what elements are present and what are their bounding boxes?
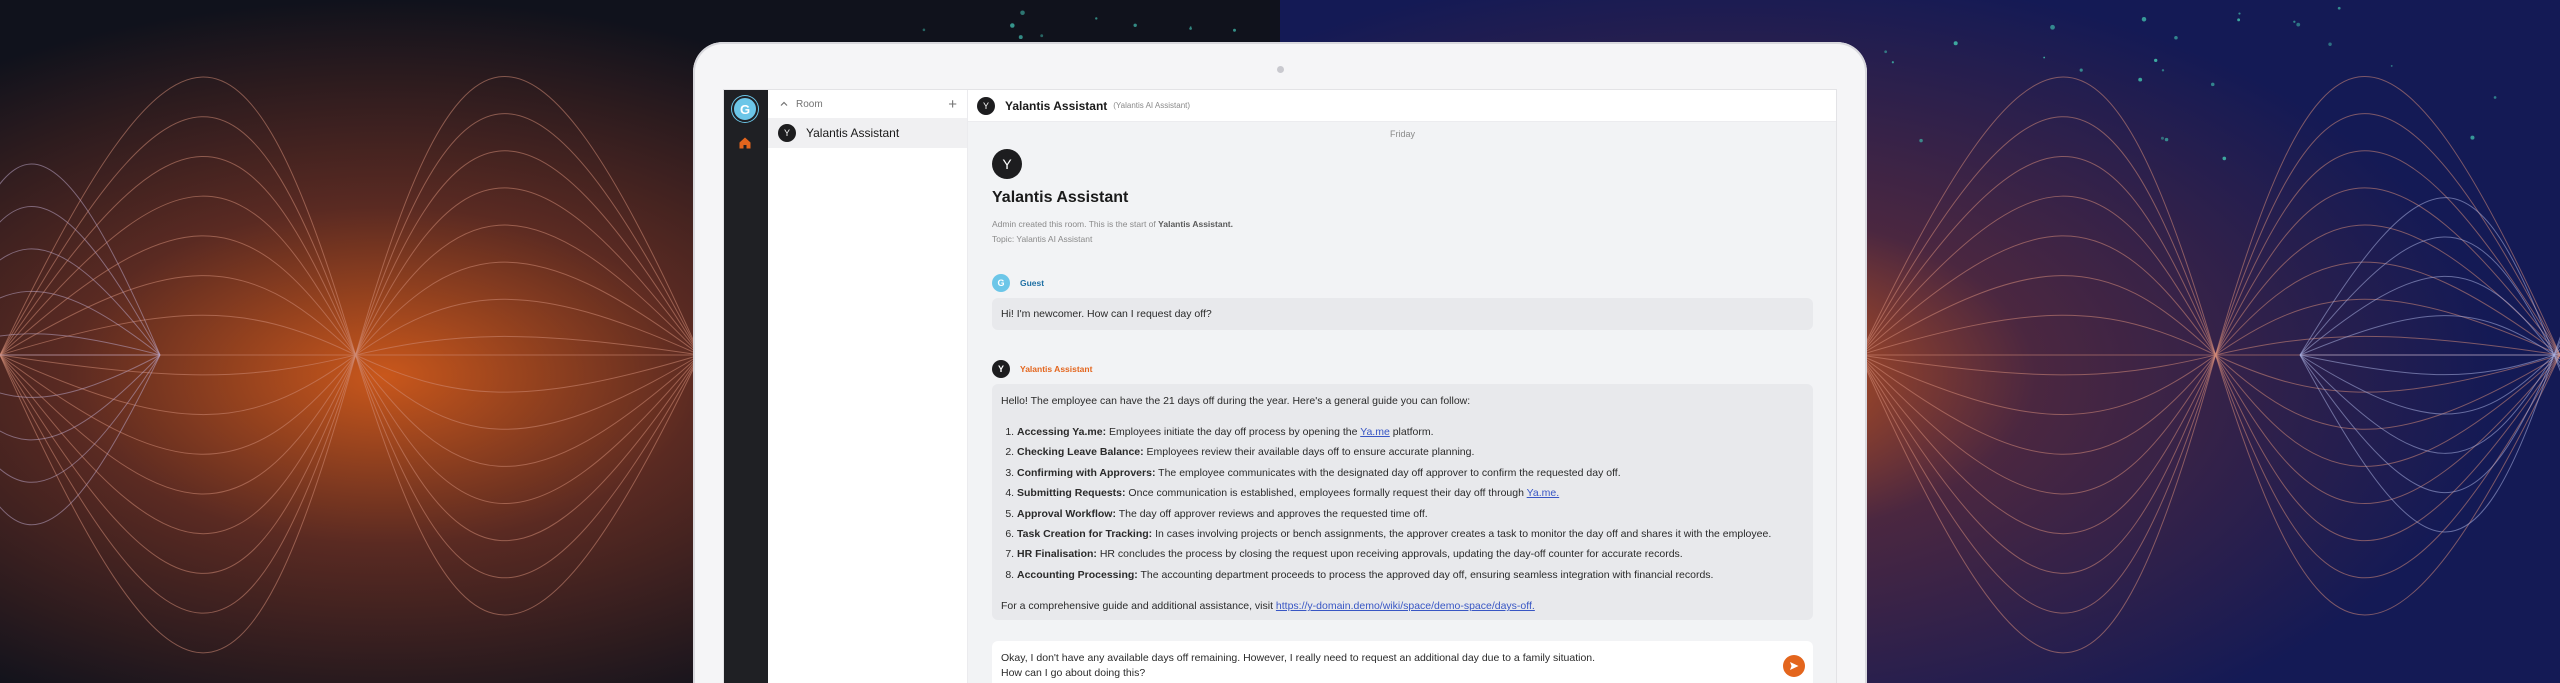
step-text: The day off approver reviews and approve… bbox=[1115, 507, 1428, 520]
room-list: Room + Y Yalantis Assistant bbox=[768, 90, 968, 683]
room-intro-avatar: Y bbox=[992, 149, 1022, 179]
camera-dot bbox=[1277, 66, 1284, 73]
assistant-outro: For a comprehensive guide and additional… bbox=[1001, 598, 1804, 614]
guest-sender: G Guest bbox=[992, 274, 1813, 292]
room-created-prefix: Admin created this room. This is the sta… bbox=[992, 219, 1156, 229]
assistant-outro-text: For a comprehensive guide and additional… bbox=[1001, 600, 1276, 613]
room-topic-line: Topic: Yalantis AI Assistant bbox=[992, 234, 1093, 244]
assistant-step-item: Approval Workflow: The day off approver … bbox=[1017, 504, 1804, 524]
home-icon[interactable] bbox=[734, 132, 756, 154]
room-section-header[interactable]: Room + bbox=[768, 90, 967, 118]
assistant-step-item: Accessing Ya.me: Employees initiate the … bbox=[1017, 422, 1804, 442]
room-header: Y Yalantis Assistant (Yalantis AI Assist… bbox=[968, 90, 1836, 122]
step-title: Submitting Requests: bbox=[1017, 487, 1126, 500]
step-text: The accounting department proceeds to pr… bbox=[1137, 568, 1714, 581]
room-intro-title: Yalantis Assistant bbox=[992, 189, 1129, 206]
guest-avatar[interactable]: G bbox=[992, 274, 1010, 292]
assistant-avatar[interactable]: Y bbox=[992, 360, 1010, 378]
room-name: Yalantis Assistant bbox=[806, 126, 900, 140]
assistant-sender-name[interactable]: Yalantis Assistant bbox=[1020, 364, 1092, 374]
room-section-label: Room bbox=[796, 98, 823, 110]
assistant-step-item: Submitting Requests: Once communication … bbox=[1017, 483, 1804, 503]
assistant-step-item: HR Finalisation: HR concludes the proces… bbox=[1017, 544, 1804, 564]
step-title: Approval Workflow: bbox=[1017, 507, 1116, 520]
message-timeline: Friday Y Yalantis Assistant Admin create… bbox=[968, 122, 1836, 683]
ya-me-link[interactable]: Ya.me bbox=[1360, 426, 1390, 438]
assistant-step-item: Task Creation for Tracking: In cases inv… bbox=[1017, 524, 1804, 544]
room-list-item[interactable]: Y Yalantis Assistant bbox=[768, 118, 967, 148]
send-icon[interactable] bbox=[1783, 655, 1805, 677]
day-separator: Friday bbox=[1389, 129, 1415, 139]
step-text: Employees review their available days of… bbox=[1143, 446, 1475, 459]
wiki-link[interactable]: https://y-domain.demo/wiki/space/demo-sp… bbox=[1276, 600, 1535, 612]
ya-me-link[interactable]: Ya.me. bbox=[1527, 487, 1559, 499]
step-text: Once communication is established, emplo… bbox=[1125, 487, 1527, 500]
step-title: Accessing Ya.me: bbox=[1017, 426, 1107, 438]
room-header-title[interactable]: Yalantis Assistant bbox=[1005, 99, 1107, 113]
step-title: HR Finalisation: bbox=[1017, 548, 1097, 561]
add-room-icon[interactable]: + bbox=[948, 96, 957, 113]
step-title: Checking Leave Balance: bbox=[1017, 446, 1144, 459]
laptop-frame: G Room + Y Yalantis Assistant Y Yalantis… bbox=[693, 42, 1867, 683]
guest-message-bubble: Hi! I'm newcomer. How can I request day … bbox=[992, 298, 1813, 330]
room-avatar: Y bbox=[778, 124, 796, 142]
room-created-line: Admin created this room. This is the sta… bbox=[992, 217, 1813, 232]
app-window: G Room + Y Yalantis Assistant Y Yalantis… bbox=[723, 89, 1837, 683]
room-view: Y Yalantis Assistant (Yalantis AI Assist… bbox=[968, 90, 1836, 683]
step-title: Task Creation for Tracking: bbox=[1017, 528, 1153, 541]
assistant-step-item: Checking Leave Balance: Employees review… bbox=[1017, 442, 1804, 462]
step-text: Employees initiate the day off process b… bbox=[1106, 426, 1361, 438]
room-header-topic: (Yalantis AI Assistant) bbox=[1113, 101, 1191, 110]
room-intro-text: Admin created this room. This is the sta… bbox=[992, 217, 1813, 247]
space-rail: G bbox=[724, 90, 768, 683]
chevron-up-icon[interactable] bbox=[778, 98, 790, 110]
assistant-intro-text: Hello! The employee can have the 21 days… bbox=[1001, 395, 1471, 407]
guest-message-text: Hi! I'm newcomer. How can I request day … bbox=[1001, 308, 1212, 320]
step-text: HR concludes the process by closing the … bbox=[1096, 548, 1683, 561]
step-text: The employee communicates with the desig… bbox=[1155, 466, 1621, 479]
user-avatar[interactable]: G bbox=[732, 96, 758, 122]
guest-sender-name[interactable]: Guest bbox=[1020, 278, 1044, 288]
assistant-message-bubble: Hello! The employee can have the 21 days… bbox=[992, 384, 1813, 621]
composer-text-line-2: How can I go about doing this? bbox=[1001, 667, 1146, 679]
step-title: Confirming with Approvers: bbox=[1017, 466, 1156, 479]
composer-text-line-1: Okay, I don't have any available days of… bbox=[1001, 652, 1596, 664]
step-text-after: platform. bbox=[1389, 426, 1434, 438]
assistant-step-item: Accounting Processing: The accounting de… bbox=[1017, 565, 1804, 585]
message-composer[interactable]: Okay, I don't have any available days of… bbox=[992, 641, 1813, 683]
room-header-avatar[interactable]: Y bbox=[977, 96, 995, 115]
assistant-step-item: Confirming with Approvers: The employee … bbox=[1017, 463, 1804, 483]
step-text: In cases involving projects or bench ass… bbox=[1152, 528, 1772, 541]
assistant-steps-list: Accessing Ya.me: Employees initiate the … bbox=[1017, 422, 1804, 585]
step-title: Accounting Processing: bbox=[1017, 568, 1138, 581]
assistant-sender: Y Yalantis Assistant bbox=[992, 360, 1813, 378]
room-created-name: Yalantis Assistant. bbox=[1158, 219, 1233, 229]
